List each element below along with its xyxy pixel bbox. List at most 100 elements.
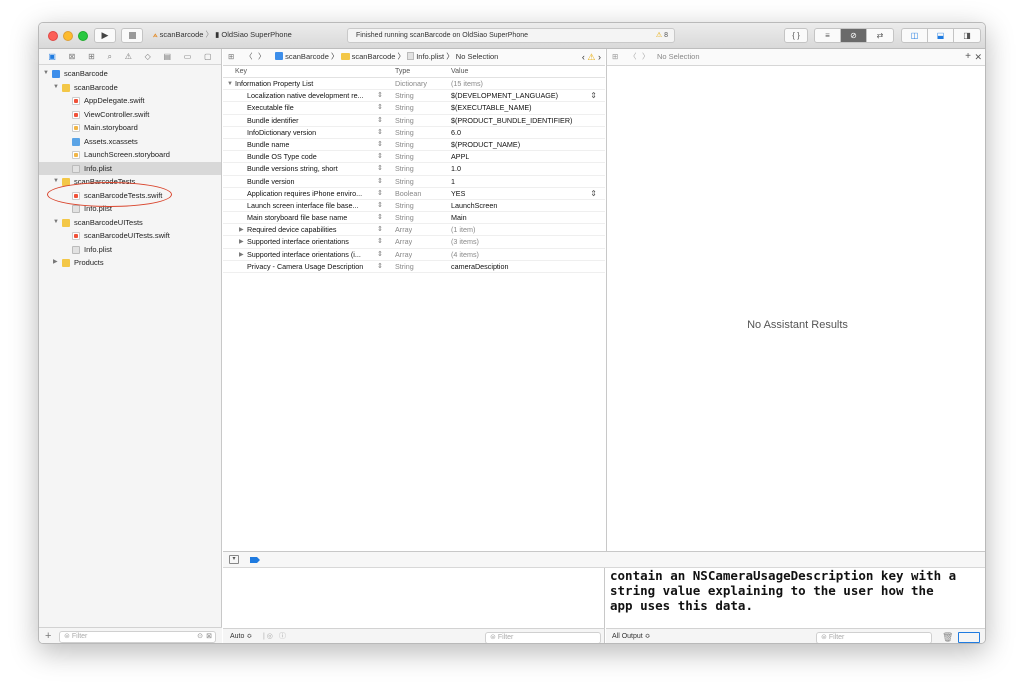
navigator-item[interactable]: ▼ scanBarcode	[39, 81, 221, 95]
value-column-header[interactable]: Value	[451, 66, 468, 78]
plist-key[interactable]: Supported interface orientations (i...	[247, 249, 375, 261]
key-stepper-icon[interactable]: ⇕	[377, 115, 383, 127]
plist-value[interactable]: 6.0	[451, 127, 461, 139]
plist-row[interactable]: Bundle name ⇕ String $(PRODUCT_NAME)	[223, 139, 605, 152]
related-items-icon[interactable]: ⊞	[228, 49, 234, 65]
breadcrumb-group[interactable]: scanBarcode	[352, 52, 396, 61]
search-icon[interactable]: ⌕	[107, 52, 111, 62]
library-button[interactable]: { }	[784, 28, 808, 43]
plist-type[interactable]: String	[395, 261, 414, 273]
scm-filter-icon[interactable]: ⊠	[206, 632, 212, 642]
plist-row[interactable]: InfoDictionary version ⇕ String 6.0	[223, 127, 605, 139]
warning-badge[interactable]: ⚠ 8	[656, 29, 668, 42]
test-navigator-icon[interactable]: ◇	[145, 52, 151, 61]
plist-type[interactable]: Dictionary	[395, 78, 427, 90]
key-stepper-icon[interactable]: ⇕	[377, 139, 383, 151]
key-stepper-icon[interactable]: ⇕	[377, 249, 383, 261]
plist-key[interactable]: Information Property List	[235, 78, 395, 90]
plist-type[interactable]: Array	[395, 224, 412, 236]
navigator-item[interactable]: Assets.xcassets	[39, 135, 221, 149]
key-stepper-icon[interactable]: ⇕	[377, 102, 383, 114]
symbol-navigator-icon[interactable]: ⊞	[88, 52, 95, 61]
key-stepper-icon[interactable]: ⇕	[377, 212, 383, 224]
key-column-header[interactable]: Key	[235, 66, 247, 78]
key-stepper-icon[interactable]: ⇕	[377, 151, 383, 163]
run-button[interactable]: ▶	[94, 28, 116, 43]
plist-row[interactable]: ▶ Supported interface orientations (i... ⇕…	[223, 249, 605, 261]
minimize-window-button[interactable]	[63, 31, 73, 41]
key-stepper-icon[interactable]: ⇕	[377, 176, 383, 188]
plist-value[interactable]: cameraDesciption	[451, 261, 509, 273]
add-icon[interactable]: +	[45, 630, 51, 642]
plist-key[interactable]: Launch screen interface file base...	[247, 200, 375, 212]
version-editor-icon[interactable]: ⇄	[867, 29, 893, 42]
plist-type[interactable]: String	[395, 90, 414, 102]
inspector-panel-icon[interactable]: ◨	[954, 29, 980, 42]
navigator-item[interactable]: ▼ scanBarcode	[39, 67, 221, 81]
plist-type[interactable]: Array	[395, 249, 412, 261]
disclosure-closed-icon[interactable]: ▶	[239, 224, 244, 236]
breadcrumb-project[interactable]: scanBarcode	[285, 52, 329, 61]
close-icon[interactable]: ✕	[974, 49, 982, 65]
disclosure-closed-icon[interactable]: ▶	[239, 236, 244, 248]
standard-editor-icon[interactable]: ≡	[815, 29, 841, 42]
breakpoint-toggle-icon[interactable]	[250, 557, 260, 563]
plist-key[interactable]: InfoDictionary version	[247, 127, 375, 139]
breadcrumb-file[interactable]: Info.plist	[416, 52, 444, 61]
debug-navigator-icon[interactable]: ▤	[163, 52, 171, 61]
output-selector[interactable]: All Output ≎	[612, 629, 651, 643]
plist-key[interactable]: Bundle name	[247, 139, 375, 151]
plist-key[interactable]: Main storyboard file base name	[247, 212, 375, 224]
plist-row[interactable]: ▶ Supported interface orientations ⇕ Array (…	[223, 236, 605, 249]
plist-row[interactable]: Bundle version ⇕ String 1	[223, 176, 605, 188]
plist-value[interactable]: $(DEVELOPMENT_LANGUAGE)	[451, 90, 558, 102]
back-arrow-icon[interactable]: 〈	[629, 49, 637, 65]
plist-row[interactable]: Application requires iPhone enviro... ⇕ Bo…	[223, 188, 605, 200]
plist-key[interactable]: Executable file	[247, 102, 375, 114]
info-icon[interactable]: ⓘ	[279, 629, 286, 643]
key-stepper-icon[interactable]: ⇕	[377, 90, 383, 102]
key-stepper-icon[interactable]: ⇕	[377, 127, 383, 139]
plist-key[interactable]: Localization native development re...	[247, 90, 375, 102]
plist-key[interactable]: Application requires iPhone enviro...	[247, 188, 375, 200]
plist-value[interactable]: $(PRODUCT_BUNDLE_IDENTIFIER)	[451, 115, 572, 127]
plist-type[interactable]: String	[395, 127, 414, 139]
type-column-header[interactable]: Type	[395, 66, 410, 78]
plist-key[interactable]: Bundle versions string, short	[247, 163, 375, 175]
assistant-editor-icon[interactable]: ⊘	[841, 29, 867, 42]
plist-type[interactable]: String	[395, 151, 414, 163]
navigator-panel-icon[interactable]: ◫	[902, 29, 928, 42]
key-stepper-icon[interactable]: ⇕	[377, 200, 383, 212]
plist-type[interactable]: String	[395, 200, 414, 212]
plist-value[interactable]: (15 items)	[451, 78, 483, 90]
plist-row[interactable]: Executable file ⇕ String $(EXECUTABLE_NAME)	[223, 102, 605, 115]
recent-files-icon[interactable]: ⊙	[197, 632, 203, 642]
related-items-icon[interactable]: ⊞	[612, 49, 618, 65]
trash-icon[interactable]: 🗑︎	[942, 629, 953, 643]
plist-key[interactable]: Bundle OS Type code	[247, 151, 375, 163]
editor-mode-control[interactable]: ≡ ⊘ ⇄	[814, 28, 894, 43]
plist-type[interactable]: String	[395, 212, 414, 224]
plist-row[interactable]: Main storyboard file base name ⇕ String Mai…	[223, 212, 605, 225]
panel-toggle-control[interactable]: ◫ ⬓ ◨	[901, 28, 981, 43]
source-control-icon[interactable]: ⊠	[69, 52, 76, 61]
plist-type[interactable]: String	[395, 115, 414, 127]
issue-nav-controls[interactable]: ‹ ⚠ ›	[582, 49, 601, 65]
plist-value[interactable]: APPL	[451, 151, 469, 163]
navigator-item[interactable]: AppDelegate.swift	[39, 94, 221, 108]
plist-row[interactable]: Bundle versions string, short ⇕ String 1.0	[223, 163, 605, 176]
plist-row[interactable]: Localization native development re... ⇕ St…	[223, 90, 605, 103]
folder-navigator-icon[interactable]: ▣	[48, 52, 56, 61]
forward-arrow-icon[interactable]: 〉	[642, 49, 650, 65]
plist-value[interactable]: $(EXECUTABLE_NAME)	[451, 102, 532, 114]
plist-key[interactable]: Bundle identifier	[247, 115, 375, 127]
plist-key[interactable]: Privacy - Camera Usage Description	[247, 261, 375, 273]
forward-arrow-icon[interactable]: 〉	[258, 49, 266, 65]
debug-panel-icon[interactable]: ⬓	[928, 29, 954, 42]
plist-value[interactable]: (4 items)	[451, 249, 479, 261]
disclosure-closed-icon[interactable]: ▶	[239, 249, 244, 261]
navigator-item[interactable]: ▼ scanBarcodeUITests	[39, 216, 221, 230]
plist-type[interactable]: String	[395, 102, 414, 114]
split-view-icon[interactable]	[958, 632, 980, 643]
disclosure-open-icon[interactable]: ▼	[43, 67, 51, 81]
